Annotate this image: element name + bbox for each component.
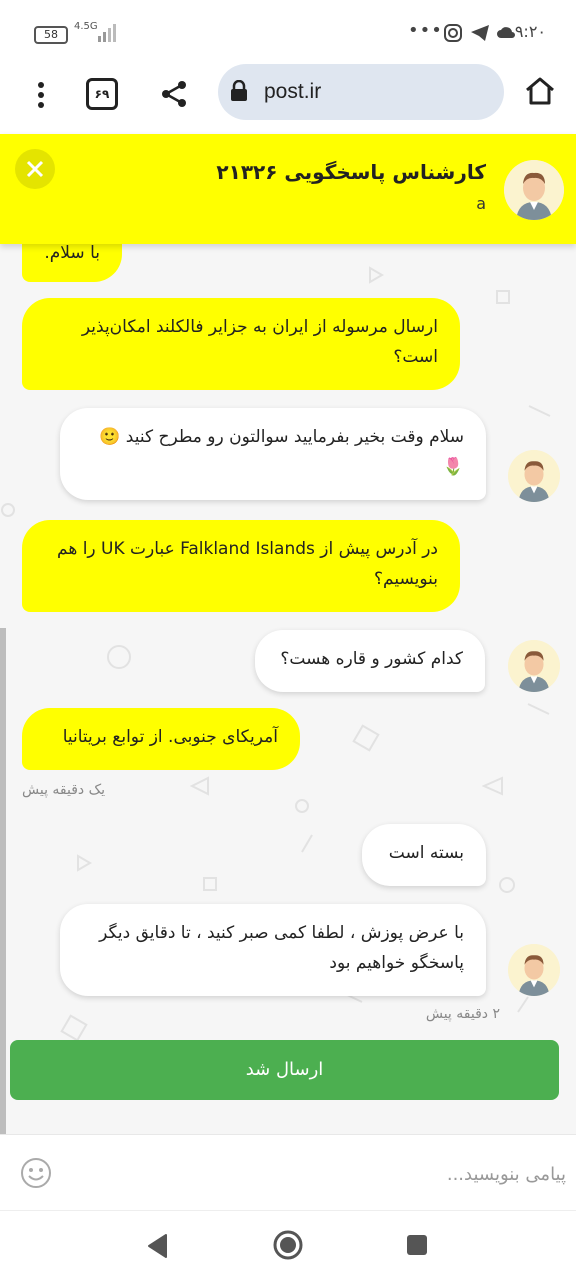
- agent-avatar: [508, 640, 560, 692]
- home-icon[interactable]: [524, 76, 556, 106]
- clock: ۹:۲۰: [514, 22, 546, 41]
- agent-avatar: [508, 944, 560, 996]
- agent-message: سلام وقت بخیر بفرمایید سوالتون رو مطرح ک…: [60, 408, 486, 500]
- sent-confirmation-banner: ارسال شد: [10, 1040, 559, 1100]
- cloud-icon: [497, 27, 515, 38]
- message-timestamp: ۲ دقیقه پیش: [425, 1006, 500, 1022]
- url-text: post.ir: [264, 80, 322, 103]
- decor-line-icon: [301, 834, 313, 853]
- telegram-icon: [471, 25, 489, 41]
- lock-icon: [231, 80, 247, 101]
- message-timestamp: یک دقیقه پیش: [22, 782, 106, 798]
- signal-icon: [98, 24, 116, 42]
- decor-square-icon: [496, 290, 510, 304]
- address-bar[interactable]: post.ir: [218, 64, 504, 120]
- agent-avatar: [504, 160, 564, 220]
- agent-message: کدام کشور و قاره هست؟: [255, 630, 485, 692]
- menu-dots-icon[interactable]: [36, 82, 46, 108]
- decor-triangle-icon: [482, 776, 503, 796]
- home-nav-icon[interactable]: [272, 1229, 304, 1261]
- user-message: با سلام.: [22, 244, 122, 282]
- agent-subtitle: a: [476, 194, 486, 213]
- decor-line-icon: [528, 405, 551, 417]
- close-chat-button[interactable]: [15, 149, 55, 189]
- user-message: ارسال مرسوله از ایران به جزایر فالکلند ا…: [22, 298, 460, 390]
- instagram-icon: [444, 24, 462, 42]
- emoji-icon[interactable]: [20, 1157, 52, 1189]
- decor-square-icon: [203, 877, 217, 891]
- user-message: در آدرس پیش از Falkland Islands عبارت UK…: [22, 520, 460, 612]
- tab-switcher-button[interactable]: ۶۹: [86, 78, 118, 110]
- battery-indicator: 58: [34, 26, 68, 44]
- browser-toolbar: ۶۹ post.ir: [0, 64, 576, 135]
- avatar-icon: [504, 160, 564, 220]
- avatar-icon: [508, 640, 560, 692]
- agent-message: بسته است: [362, 824, 486, 886]
- back-icon[interactable]: [146, 1233, 168, 1259]
- decor-line-icon: [527, 703, 550, 715]
- message-composer: [0, 1134, 576, 1211]
- decor-triangle-icon: [369, 266, 384, 284]
- more-notifications-icon: •••: [408, 20, 443, 41]
- decor-square-icon: [352, 724, 380, 752]
- decor-triangle-icon: [190, 776, 209, 796]
- share-icon[interactable]: [160, 80, 188, 108]
- network-type: 4.5G: [74, 21, 98, 32]
- avatar-icon: [508, 944, 560, 996]
- decor-circle-icon: [499, 877, 515, 893]
- decor-circle-icon: [107, 645, 131, 669]
- system-navigation-bar: [0, 1210, 576, 1281]
- decor-circle-icon: [1, 503, 15, 517]
- avatar-icon: [508, 450, 560, 502]
- message-input[interactable]: [70, 1155, 568, 1193]
- decor-circle-icon: [295, 799, 309, 813]
- agent-message: با عرض پوزش ، لطفا کمی صبر کنید ، تا دقا…: [60, 904, 486, 996]
- decor-square-icon: [60, 1014, 88, 1042]
- chat-header: کارشناس پاسخگویی ۲۱۳۲۶ a: [0, 134, 576, 244]
- decor-line-icon: [517, 996, 529, 1013]
- agent-avatar: [508, 450, 560, 502]
- scrollbar[interactable]: [0, 628, 6, 1134]
- close-icon: [26, 160, 44, 178]
- user-message: آمریکای جنوبی. از توابع بریتانیا: [22, 708, 300, 770]
- status-bar: 58 4.5G ••• ۹:۲۰: [0, 0, 576, 64]
- recents-icon[interactable]: [406, 1234, 428, 1256]
- decor-triangle-icon: [77, 854, 92, 872]
- agent-name: کارشناس پاسخگویی ۲۱۳۲۶: [216, 160, 486, 184]
- chat-area[interactable]: با سلام. ارسال مرسوله از ایران به جزایر …: [0, 244, 576, 1134]
